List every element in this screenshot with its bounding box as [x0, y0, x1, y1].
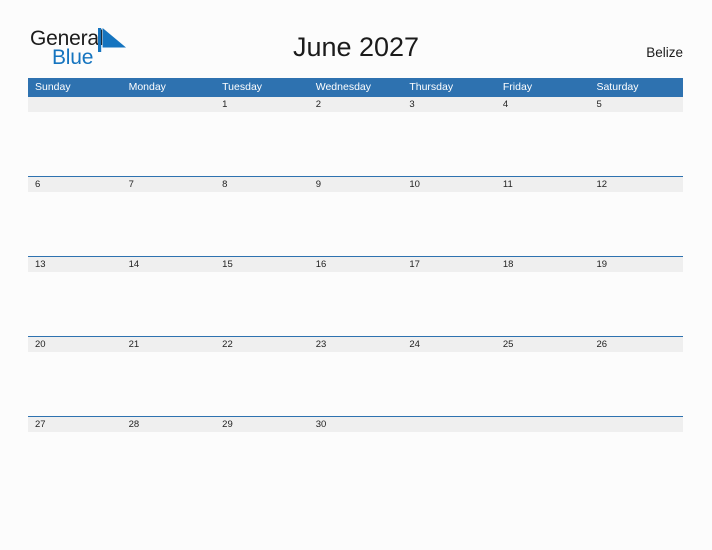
- day-cell[interactable]: 15: [215, 257, 309, 272]
- day-cell[interactable]: 24: [402, 337, 496, 352]
- day-cell[interactable]: 8: [215, 177, 309, 192]
- day-cell[interactable]: [589, 417, 683, 432]
- week-2-note-area[interactable]: [28, 192, 683, 256]
- day-cell[interactable]: 26: [589, 337, 683, 352]
- week-5-date-band: 27 28 29 30: [28, 416, 683, 432]
- weekday-header-wednesday: Wednesday: [315, 81, 371, 93]
- day-cell[interactable]: 29: [215, 417, 309, 432]
- day-cell[interactable]: 4: [496, 97, 590, 112]
- locale-label: Belize: [646, 45, 683, 60]
- week-row: 13 14 15 16 17 18 19: [28, 256, 683, 336]
- week-3-note-area[interactable]: [28, 272, 683, 336]
- day-cell[interactable]: 20: [28, 337, 122, 352]
- weekday-header-tuesday: Tuesday: [222, 81, 263, 93]
- day-cell[interactable]: 7: [122, 177, 216, 192]
- day-cell[interactable]: 12: [589, 177, 683, 192]
- day-cell[interactable]: 19: [589, 257, 683, 272]
- page-title: June 2027: [292, 32, 420, 62]
- week-row: 27 28 29 30: [28, 416, 683, 496]
- week-3-date-band: 13 14 15 16 17 18 19: [28, 256, 683, 272]
- day-cell[interactable]: 10: [402, 177, 496, 192]
- day-cell[interactable]: 17: [402, 257, 496, 272]
- week-5-note-area[interactable]: [28, 432, 683, 496]
- day-cell[interactable]: [402, 417, 496, 432]
- day-cell[interactable]: 25: [496, 337, 590, 352]
- week-1-date-band: 1 2 3 4 5: [28, 96, 683, 112]
- day-cell[interactable]: 11: [496, 177, 590, 192]
- day-cell[interactable]: 6: [28, 177, 122, 192]
- week-2-date-band: 6 7 8 9 10 11 12: [28, 176, 683, 192]
- day-cell[interactable]: 27: [28, 417, 122, 432]
- day-cell[interactable]: 9: [309, 177, 403, 192]
- day-cell[interactable]: [28, 97, 122, 112]
- week-1-note-area[interactable]: [28, 112, 683, 176]
- weekday-header-thursday: Thursday: [409, 81, 454, 93]
- day-cell[interactable]: 13: [28, 257, 122, 272]
- week-row: 1 2 3 4 5: [28, 96, 683, 176]
- calendar-grid: Sunday Monday Tuesday Wednesday Thursday…: [28, 78, 683, 496]
- day-cell[interactable]: 1: [215, 97, 309, 112]
- week-row: 20 21 22 23 24 25 26: [28, 336, 683, 416]
- day-cell[interactable]: 16: [309, 257, 403, 272]
- weekday-header-friday: Friday: [502, 81, 533, 93]
- calendar-page: General Blue June 2027 Belize Sunday Mon…: [0, 0, 712, 550]
- weekday-header-row: Sunday Monday Tuesday Wednesday Thursday…: [28, 78, 683, 96]
- page-header: General Blue June 2027 Belize: [0, 0, 712, 78]
- day-cell[interactable]: 14: [122, 257, 216, 272]
- day-cell[interactable]: [496, 417, 590, 432]
- day-cell[interactable]: 22: [215, 337, 309, 352]
- weekday-header-saturday: Saturday: [596, 81, 639, 93]
- week-4-note-area[interactable]: [28, 352, 683, 416]
- day-cell[interactable]: 21: [122, 337, 216, 352]
- day-cell[interactable]: 30: [309, 417, 403, 432]
- day-cell[interactable]: 28: [122, 417, 216, 432]
- day-cell[interactable]: [122, 97, 216, 112]
- week-4-date-band: 20 21 22 23 24 25 26: [28, 336, 683, 352]
- week-row: 6 7 8 9 10 11 12: [28, 176, 683, 256]
- day-cell[interactable]: 2: [309, 97, 403, 112]
- day-cell[interactable]: 18: [496, 257, 590, 272]
- weekday-header-monday: Monday: [128, 81, 166, 93]
- day-cell[interactable]: 5: [589, 97, 683, 112]
- weekday-header-sunday: Sunday: [35, 81, 71, 93]
- day-cell[interactable]: 23: [309, 337, 403, 352]
- day-cell[interactable]: 3: [402, 97, 496, 112]
